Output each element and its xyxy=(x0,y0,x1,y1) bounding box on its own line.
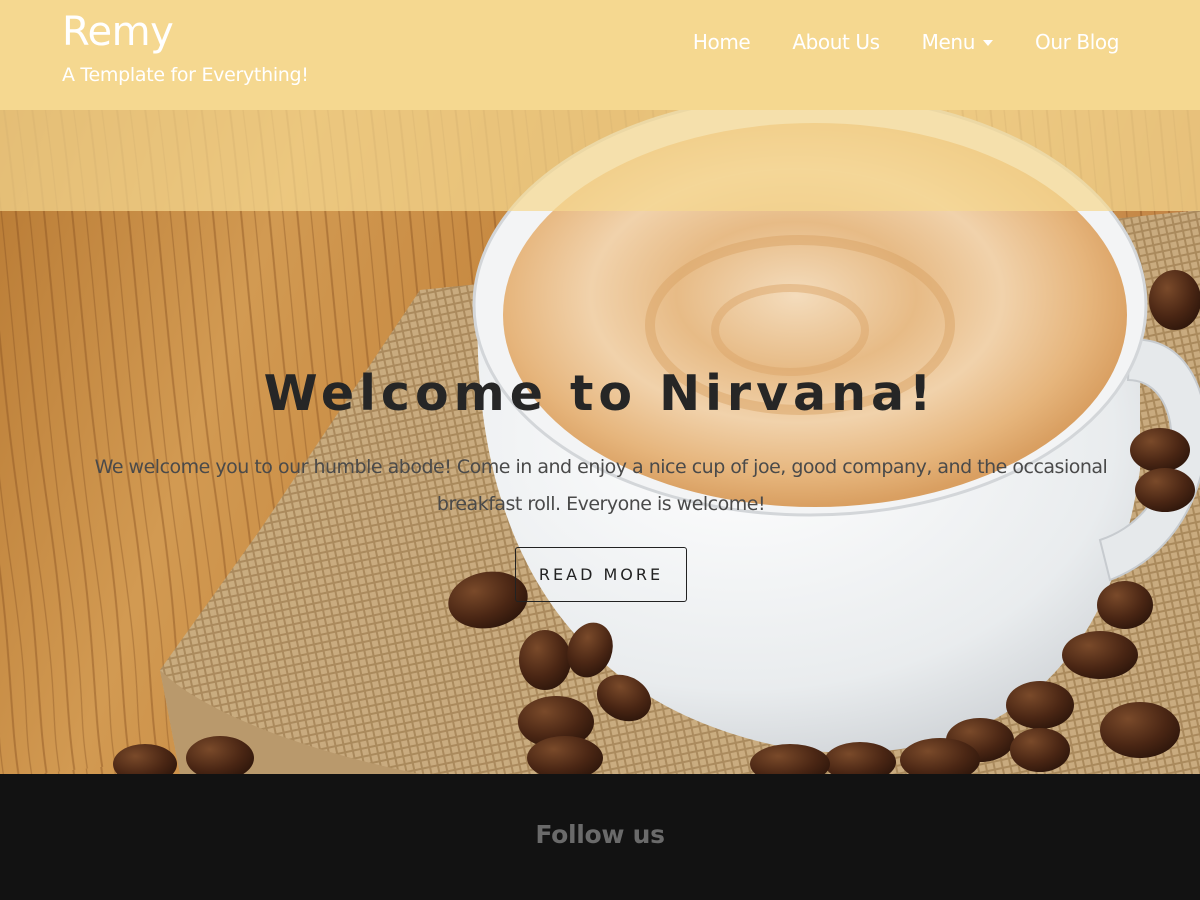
hero-title: Welcome to Nirvana! xyxy=(263,365,937,422)
main-nav: Home About Us Menu Our Blog xyxy=(692,27,1120,57)
hero-description: We welcome you to our humble abode! Come… xyxy=(94,456,1108,515)
site-title[interactable]: Remy xyxy=(62,8,309,56)
nav-item-about-us[interactable]: About Us xyxy=(792,27,880,57)
nav-item-label: Our Blog xyxy=(1034,30,1119,54)
hero-section: Welcome to Nirvana! We welcome you to ou… xyxy=(0,110,1200,774)
hero-content: Welcome to Nirvana! We welcome you to ou… xyxy=(0,110,1200,774)
nav-item-label: Home xyxy=(692,30,751,54)
site-tagline: A Template for Everything! xyxy=(62,64,309,86)
site-header: Remy A Template for Everything! Home Abo… xyxy=(0,0,1200,110)
nav-item-menu[interactable]: Menu xyxy=(922,27,993,57)
follow-us-heading: Follow us xyxy=(535,820,665,849)
nav-item-label: Menu xyxy=(921,30,976,54)
nav-item-our-blog[interactable]: Our Blog xyxy=(1035,27,1119,57)
brand[interactable]: Remy A Template for Everything! xyxy=(62,8,309,88)
read-more-button[interactable]: READ MORE xyxy=(515,547,687,602)
nav-item-label: About Us xyxy=(792,30,880,54)
site-footer: Follow us xyxy=(0,774,1200,900)
caret-down-icon xyxy=(982,40,993,46)
nav-item-home[interactable]: Home xyxy=(692,27,751,57)
